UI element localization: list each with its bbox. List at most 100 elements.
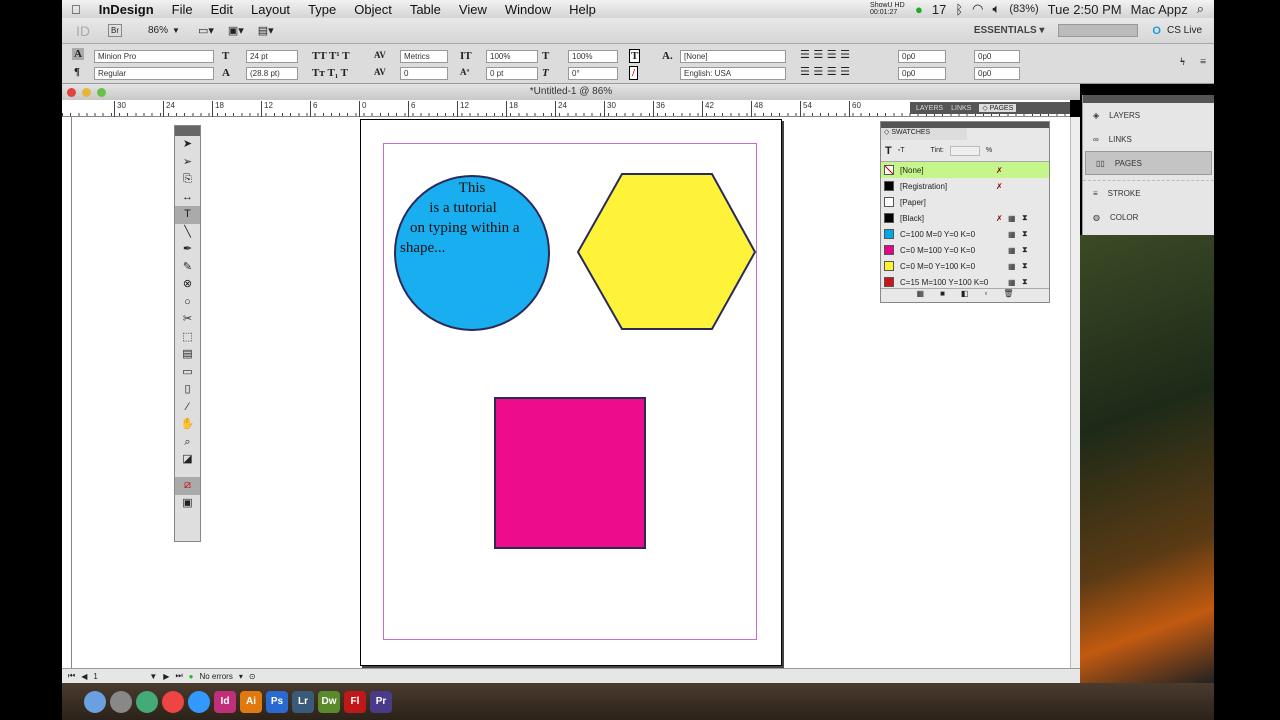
last-page-button[interactable]: ⏭: [175, 671, 182, 681]
workspace-switcher[interactable]: ESSENTIALS ▾: [974, 25, 1045, 36]
vertical-scale-field[interactable]: 100%: [486, 50, 538, 63]
justify-buttons[interactable]: ☰ ☰ ☰ ☰: [800, 65, 850, 78]
dock-item[interactable]: Preview: [136, 690, 158, 713]
shape-text[interactable]: This is a tutorial on typing within a sh…: [394, 178, 550, 258]
tools-panel-header[interactable]: [175, 126, 200, 136]
zoom-window-button[interactable]: [97, 88, 106, 97]
font-family-field[interactable]: Minion Pro: [94, 50, 214, 63]
panel-button-layers[interactable]: ◈ LAYERS: [1083, 103, 1214, 127]
character-mode-button[interactable]: A: [72, 48, 84, 60]
show-gradient-swatches-button[interactable]: ◧: [961, 289, 969, 302]
bridge-button[interactable]: Br: [108, 24, 122, 37]
last-line-indent-field[interactable]: 0p0: [974, 67, 1020, 80]
ellipse-tool-icon[interactable]: ○: [175, 294, 200, 312]
horizontal-scale-field[interactable]: 100%: [568, 50, 618, 63]
character-style-select[interactable]: [None]: [680, 50, 786, 63]
spotlight-icon[interactable]: ⌕: [1197, 1, 1204, 17]
font-style-field[interactable]: Regular: [94, 67, 214, 80]
hand-tool-icon[interactable]: ✋: [175, 416, 200, 434]
first-line-indent-field[interactable]: 0p0: [898, 67, 946, 80]
zoom-tool-icon[interactable]: ⌕: [175, 434, 200, 452]
baseline-shift-field[interactable]: 0 pt: [486, 67, 538, 80]
delete-swatch-button[interactable]: 🗑︎: [1003, 289, 1013, 302]
dock-item[interactable]: Ai: [240, 690, 262, 713]
align-buttons[interactable]: ☰ ☰ ☰ ☰: [800, 48, 850, 61]
language-select[interactable]: English: USA: [680, 67, 786, 80]
leading-field[interactable]: (28.8 pt): [246, 67, 298, 80]
dock-item[interactable]: Chrome: [162, 690, 184, 713]
panel-button-stroke[interactable]: ≡ STROKE: [1083, 181, 1214, 205]
dock-item[interactable]: Id: [214, 690, 236, 713]
clock[interactable]: Tue 2:50 PM: [1048, 2, 1122, 17]
all-caps-button[interactable]: TT T¹ T: [312, 50, 350, 62]
swatch-item[interactable]: C=0 M=0 Y=100 K=0 ▦ ⧗: [881, 258, 1049, 274]
recorder-status[interactable]: ShowU HD 00:01:27: [870, 2, 906, 16]
right-indent-field[interactable]: 0p0: [974, 50, 1020, 63]
menu-help[interactable]: Help: [560, 2, 605, 17]
new-swatch-button[interactable]: ▫: [984, 289, 987, 302]
paragraph-mode-button[interactable]: ¶: [74, 66, 80, 78]
zoom-level-select[interactable]: 86%: [148, 25, 168, 36]
page-number-field[interactable]: 1: [93, 672, 143, 681]
preflight-menu[interactable]: ▾: [239, 672, 243, 681]
screen-mode-icon[interactable]: ▣: [175, 495, 200, 513]
show-color-swatches-button[interactable]: ■: [940, 289, 945, 302]
fill-text-icon[interactable]: T: [629, 49, 641, 63]
swatch-item[interactable]: C=0 M=100 Y=0 K=0 ▦ ⧗: [881, 242, 1049, 258]
font-size-field[interactable]: 24 pt: [246, 50, 298, 63]
gradient-swatch-tool-icon[interactable]: ▤: [175, 346, 200, 364]
page-tool-icon[interactable]: ⎘: [175, 171, 200, 189]
minimize-window-button[interactable]: [82, 88, 91, 97]
small-caps-button[interactable]: Tт T₁ T: [312, 67, 348, 79]
direct-selection-tool-icon[interactable]: ➢: [175, 154, 200, 172]
panel-button-color[interactable]: ◍ COLOR: [1083, 205, 1214, 229]
bluetooth-icon[interactable]: ᛒ: [955, 2, 963, 17]
menu-type[interactable]: Type: [299, 2, 345, 17]
menu-table[interactable]: Table: [401, 2, 450, 17]
apple-icon[interactable]: : [62, 2, 90, 17]
cs-live-button[interactable]: CS Live: [1167, 25, 1202, 36]
tab-pages[interactable]: ◇ PAGES: [979, 104, 1017, 112]
type-tool-icon[interactable]: T: [175, 206, 200, 224]
menu-window[interactable]: Window: [496, 2, 560, 17]
swatch-item[interactable]: [None] ✗: [881, 162, 1049, 178]
tint-field[interactable]: [949, 145, 980, 156]
tracking-field[interactable]: 0: [400, 67, 448, 80]
line-tool-icon[interactable]: ╲: [175, 224, 200, 242]
dock-item[interactable]: Fl: [344, 690, 366, 713]
open-file-button[interactable]: ⊙: [249, 672, 256, 681]
stroke-none-icon[interactable]: /: [629, 66, 639, 80]
vertical-scrollbar[interactable]: [1070, 117, 1080, 668]
user-name[interactable]: Mac Appz: [1131, 2, 1188, 17]
dock-item[interactable]: Pr: [370, 690, 392, 713]
next-page-button[interactable]: ▶: [163, 672, 169, 681]
screen-mode-button[interactable]: ▣▾: [228, 24, 244, 37]
skew-field[interactable]: 0°: [568, 67, 618, 80]
square-shape[interactable]: [494, 397, 646, 549]
menu-object[interactable]: Object: [345, 2, 401, 17]
menu-file[interactable]: File: [163, 2, 202, 17]
swatch-item[interactable]: [Black] ▦ ⧗ ✗: [881, 210, 1049, 226]
menu-view[interactable]: View: [450, 2, 496, 17]
pencil-tool-icon[interactable]: ✎: [175, 259, 200, 277]
dock-item[interactable]: Launchpad: [110, 690, 132, 713]
dock-item[interactable]: Ps: [266, 690, 288, 713]
scissors-tool-icon[interactable]: ✂: [175, 311, 200, 329]
tab-links[interactable]: LINKS: [951, 105, 971, 112]
volume-icon[interactable]: 🔈︎: [993, 1, 1001, 17]
page-dropdown[interactable]: ▼: [149, 672, 157, 681]
rectangle-frame-tool-icon[interactable]: ⊗: [175, 276, 200, 294]
panel-button-links[interactable]: ∞ LINKS: [1083, 127, 1214, 151]
fill-stroke-proxy-icon[interactable]: T: [885, 145, 892, 157]
left-indent-field[interactable]: 0p0: [898, 50, 946, 63]
wifi-icon[interactable]: ◠: [972, 1, 983, 17]
view-options-button[interactable]: ▭▾: [198, 24, 214, 37]
menu-edit[interactable]: Edit: [202, 2, 242, 17]
arrange-documents-button[interactable]: ▤▾: [258, 24, 274, 37]
first-page-button[interactable]: ⏮: [68, 671, 75, 681]
dock-item[interactable]: Finder: [84, 690, 106, 713]
pen-tool-icon[interactable]: ✒: [175, 241, 200, 259]
swatch-item[interactable]: [Paper]: [881, 194, 1049, 210]
kerning-field[interactable]: Metrics: [400, 50, 448, 63]
menu-layout[interactable]: Layout: [242, 2, 299, 17]
